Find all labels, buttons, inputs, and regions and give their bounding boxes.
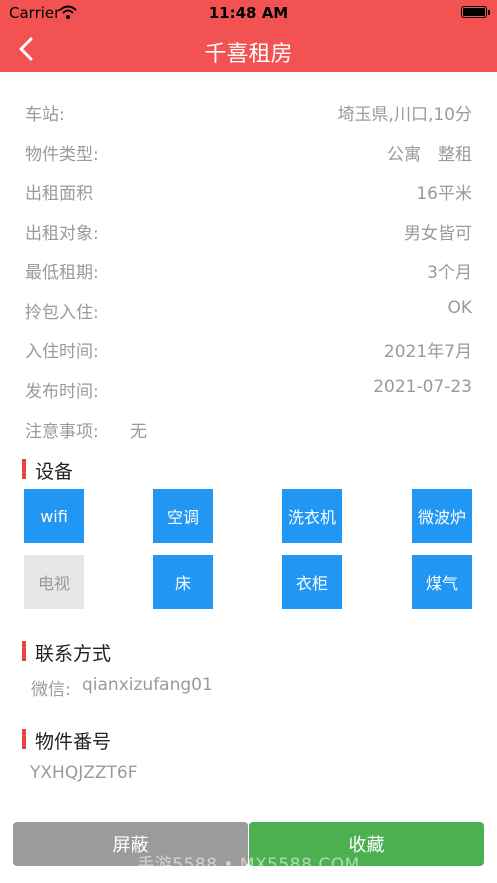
detail-label: 出租对象: xyxy=(25,224,99,244)
detail-value: 2021-07-23 xyxy=(373,377,472,397)
detail-value: OK xyxy=(447,298,472,318)
detail-row-published: 发布时间: 2021-07-23 xyxy=(25,377,472,403)
equipment-tag-bed: 床 xyxy=(153,555,213,609)
detail-value: 3个月 xyxy=(427,263,472,283)
section-accent-bar xyxy=(22,459,26,479)
equipment-tag-tv: 电视 xyxy=(24,555,84,609)
nav-bar: 千喜租房 xyxy=(0,26,497,72)
detail-row-type: 物件类型: 公寓 整租 xyxy=(25,140,472,166)
notes-label: 注意事项: xyxy=(25,422,99,442)
watermark: 手游5588 • MX5588.COM xyxy=(137,855,360,875)
detail-label: 出租面积 xyxy=(25,184,93,204)
section-accent-bar xyxy=(22,729,26,749)
notes-value: 无 xyxy=(130,422,147,442)
equipment-tag-wardrobe: 衣柜 xyxy=(282,555,342,609)
detail-value: 公寓 整租 xyxy=(387,145,472,165)
detail-row-min-term: 最低租期: 3个月 xyxy=(25,258,472,284)
detail-row-target: 出租对象: 男女皆可 xyxy=(25,219,472,245)
page-title: 千喜租房 xyxy=(204,42,293,67)
detail-value: 16平米 xyxy=(416,184,472,204)
detail-value: 男女皆可 xyxy=(404,224,472,244)
equipment-tag-gas: 煤气 xyxy=(412,555,472,609)
equipment-tag-washer: 洗衣机 xyxy=(282,489,342,543)
section-title: 设备 xyxy=(35,461,74,483)
clock: 11:48 AM xyxy=(208,4,289,22)
wechat-id: qianxizufang01 xyxy=(82,675,213,695)
detail-value: 埼玉県,川口,10分 xyxy=(337,105,472,125)
equipment-tag-aircon: 空调 xyxy=(153,489,213,543)
detail-label: 最低租期: xyxy=(25,263,99,283)
detail-row-move-in: 入住时间: 2021年7月 xyxy=(25,337,472,363)
equipment-tag-microwave: 微波炉 xyxy=(412,489,472,543)
section-accent-bar xyxy=(22,641,26,661)
detail-label: 车站: xyxy=(25,105,65,125)
battery-icon xyxy=(461,6,490,18)
equipment-tag-wifi: wifi xyxy=(24,489,84,543)
detail-label: 物件类型: xyxy=(25,145,99,165)
detail-row-station: 车站: 埼玉県,川口,10分 xyxy=(25,100,472,126)
detail-value: 2021年7月 xyxy=(383,342,472,362)
detail-row-furnished: 拎包入住: OK xyxy=(25,298,472,324)
status-bar: Carrier 11:48 AM xyxy=(0,0,497,26)
property-number: YXHQJZZT6F xyxy=(30,763,138,783)
detail-label: 发布时间: xyxy=(25,382,99,402)
detail-label: 拎包入住: xyxy=(25,303,99,323)
section-title: 物件番号 xyxy=(35,731,112,753)
wechat-label: 微信: xyxy=(31,680,71,700)
detail-row-area: 出租面积 16平米 xyxy=(25,179,472,205)
detail-label: 入住时间: xyxy=(25,342,99,362)
detail-row-notes: 注意事项: 无 xyxy=(25,417,472,443)
section-title: 联系方式 xyxy=(35,643,112,665)
